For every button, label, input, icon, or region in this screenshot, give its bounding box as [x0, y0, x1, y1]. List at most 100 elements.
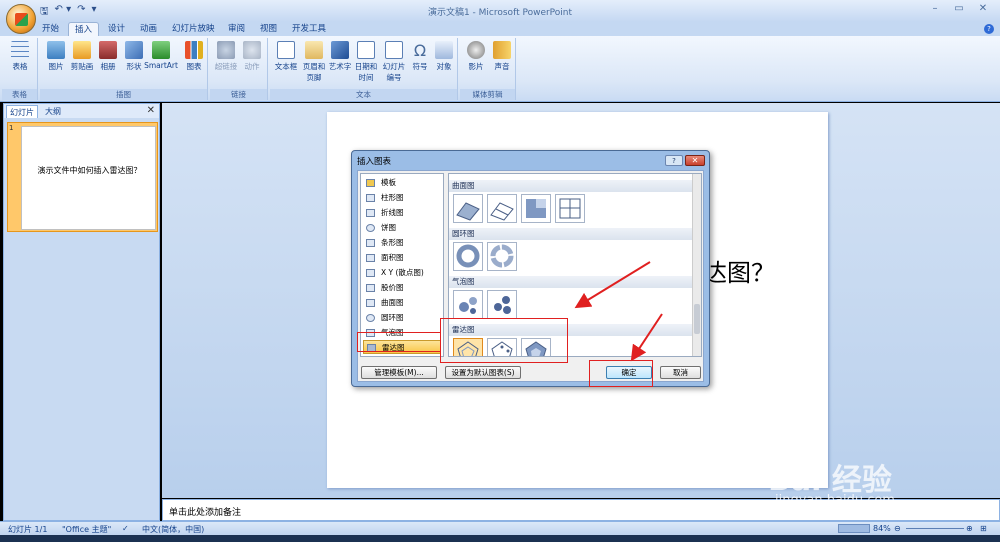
category-surface[interactable]: 曲面图 [363, 296, 441, 310]
status-bar: 幻灯片 1/1 "Office 主题" ✓ 中文(简体，中国) 84% ⊖ ⊕ … [0, 521, 1000, 535]
textbox-button[interactable]: 文本框 [272, 41, 300, 72]
wordart-icon [331, 41, 349, 59]
category-templates[interactable]: 模板 [363, 176, 441, 190]
column-chart-icon [366, 194, 375, 202]
picture-button[interactable]: 图片 [42, 41, 70, 72]
textbox-icon [277, 41, 295, 59]
header-footer-button[interactable]: 页眉和页脚 [300, 41, 328, 83]
category-scatter[interactable]: X Y (散点图) [363, 266, 441, 280]
bubble-icon[interactable] [453, 290, 483, 319]
wordart-button[interactable]: 艺术字 [326, 41, 354, 72]
photo-album-button[interactable]: 相册 [94, 41, 122, 72]
group-illustrations: 图片 剪贴画 相册 形状 SmartArt 图表 插图 [40, 38, 208, 100]
group-text: 文本框 页眉和页脚 艺术字 日期和时间 幻灯片编号 Ω 符号 对象 文本 [270, 38, 458, 100]
close-pane-icon[interactable]: ✕ [147, 105, 155, 116]
header-footer-icon [305, 41, 323, 59]
help-icon[interactable]: ? [984, 24, 994, 34]
tab-insert[interactable]: 插入 [68, 22, 100, 36]
surface-wireframe-icon[interactable] [487, 194, 517, 223]
tab-slideshow[interactable]: 幻灯片放映 [166, 22, 221, 36]
cancel-button[interactable]: 取消 [660, 366, 701, 379]
smartart-button[interactable]: SmartArt [144, 41, 178, 70]
window-controls: – ▭ ✕ [924, 2, 994, 16]
contour-wireframe-icon[interactable] [555, 194, 585, 223]
slide-thumbnail[interactable]: 演示文件中如何插入雷达图？ [21, 126, 156, 230]
slide-number-icon [385, 41, 403, 59]
tab-review[interactable]: 审阅 [222, 22, 251, 36]
office-button[interactable] [6, 4, 36, 34]
calendar-icon [357, 41, 375, 59]
speaker-icon [493, 41, 511, 59]
object-button[interactable]: 对象 [430, 41, 458, 72]
gallery-scrollbar[interactable] [692, 174, 701, 356]
undo-icon[interactable]: ↶ ▾ [55, 4, 72, 18]
redo-icon[interactable]: ↷ [77, 4, 85, 18]
fit-to-window-icon[interactable]: ⊞ [980, 524, 987, 533]
table-button[interactable]: 表格 [6, 41, 34, 72]
category-bar[interactable]: 条形图 [363, 236, 441, 250]
action-button[interactable]: 动作 [238, 41, 266, 72]
surface-3d-icon[interactable] [453, 194, 483, 223]
doughnut-chart-icon [366, 314, 375, 322]
office-logo-icon [15, 13, 28, 26]
surface-chart-icon [366, 299, 375, 307]
manage-templates-button[interactable]: 管理模板(M)... [361, 366, 437, 379]
tab-animations[interactable]: 动画 [134, 22, 163, 36]
zoom-in-icon[interactable]: ⊕ [966, 524, 973, 533]
shapes-icon [125, 41, 143, 59]
zoom-level[interactable]: 84% [873, 524, 891, 533]
movie-button[interactable]: 影片 [462, 41, 490, 72]
tab-developer[interactable]: 开发工具 [286, 22, 332, 36]
zoom-out-icon[interactable]: ⊖ [894, 524, 901, 533]
highlight-radar-category [357, 332, 441, 352]
tab-home[interactable]: 开始 [36, 22, 65, 36]
photo-album-icon [99, 41, 117, 59]
view-buttons[interactable] [838, 524, 870, 533]
dialog-help-button[interactable]: ? [665, 155, 683, 166]
set-default-chart-button[interactable]: 设置为默认图表(S) [445, 366, 521, 379]
zoom-slider[interactable] [906, 528, 964, 529]
customize-qat-icon[interactable]: ▾ [92, 4, 97, 18]
bubble-3d-icon[interactable] [487, 290, 517, 319]
close-window-button[interactable]: ✕ [972, 2, 994, 16]
slide-number-button[interactable]: 幻灯片编号 [380, 41, 408, 83]
pie-chart-icon [366, 224, 375, 232]
tab-outline[interactable]: 大纲 [42, 105, 64, 118]
clipart-button[interactable]: 剪贴画 [68, 41, 96, 72]
section-surface: 曲面图 [449, 180, 694, 192]
maximize-button[interactable]: ▭ [948, 2, 970, 16]
tab-view[interactable]: 视图 [254, 22, 283, 36]
exploded-doughnut-icon[interactable] [487, 242, 517, 271]
scrollbar-thumb[interactable] [694, 304, 700, 334]
picture-icon [47, 41, 65, 59]
category-line[interactable]: 折线图 [363, 206, 441, 220]
area-chart-icon [366, 254, 375, 262]
sound-button[interactable]: 声音 [488, 41, 516, 72]
date-time-button[interactable]: 日期和时间 [352, 41, 380, 83]
dialog-close-button[interactable]: ✕ [685, 155, 705, 166]
omega-icon: Ω [413, 41, 427, 60]
tab-slides[interactable]: 幻灯片 [6, 105, 38, 118]
tab-design[interactable]: 设计 [102, 22, 131, 36]
category-pie[interactable]: 饼图 [363, 221, 441, 235]
minimize-button[interactable]: – [924, 2, 946, 16]
hyperlink-button[interactable]: 超链接 [212, 41, 240, 72]
slide-count-status: 幻灯片 1/1 [8, 525, 48, 534]
object-icon [435, 41, 453, 59]
contour-icon[interactable] [521, 194, 551, 223]
folder-icon [366, 179, 375, 187]
taskbar [0, 535, 1000, 542]
section-doughnut: 圆环图 [449, 228, 694, 240]
smartart-icon [152, 41, 170, 59]
group-tables: 表格 表格 [2, 38, 38, 100]
slide-title-text[interactable]: 达图？ [703, 253, 775, 288]
category-area[interactable]: 面积图 [363, 251, 441, 265]
category-stock[interactable]: 股价图 [363, 281, 441, 295]
category-doughnut[interactable]: 圆环图 [363, 311, 441, 325]
clipart-icon [73, 41, 91, 59]
doughnut-icon[interactable] [453, 242, 483, 271]
save-icon[interactable]: 🖫 [40, 4, 49, 18]
chart-button[interactable]: 图表 [180, 41, 208, 72]
spellcheck-icon[interactable]: ✓ [122, 524, 129, 533]
category-column[interactable]: 柱形图 [363, 191, 441, 205]
